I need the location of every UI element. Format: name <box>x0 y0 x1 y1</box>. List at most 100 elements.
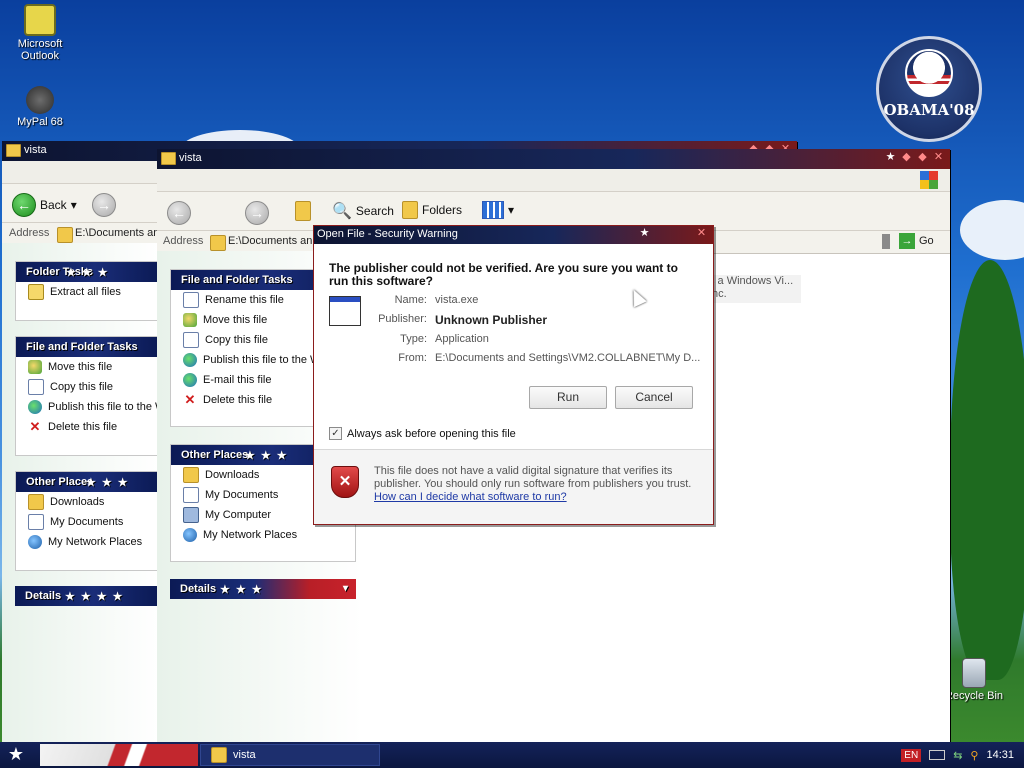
task-label: Rename this file <box>205 294 284 306</box>
panel-header[interactable]: File and Folder Tasks <box>16 337 159 357</box>
copy-file-icon <box>183 332 199 348</box>
clock[interactable]: 14:31 <box>986 749 1014 761</box>
task-item[interactable]: My Network Places <box>171 525 355 545</box>
task-label: My Documents <box>50 516 124 528</box>
back-arrow-icon: ← <box>12 193 36 217</box>
publisher-row: Publisher: Unknown Publisher <box>366 313 547 327</box>
task-item[interactable]: Move this file <box>16 357 159 377</box>
warning-question: The publisher could not be verified. Are… <box>329 261 678 288</box>
task-label: Copy this file <box>205 334 268 346</box>
search-icon[interactable]: ⚲ <box>970 749 978 762</box>
address-scroll[interactable] <box>882 234 890 249</box>
panel-title: Other Places <box>181 449 249 461</box>
zip-folder-icon <box>28 284 44 300</box>
panel-header[interactable]: Folder Tasks ★★★ <box>16 262 159 282</box>
folder-icon <box>28 494 44 510</box>
maximize-button[interactable]: ◆ <box>917 152 928 163</box>
go-button[interactable]: → Go <box>899 233 934 249</box>
application-icon <box>329 296 361 326</box>
taskbar-task-vista[interactable]: vista <box>200 744 380 766</box>
file-info-tile[interactable]: s a Windows Vi... Inc. <box>709 275 801 303</box>
from-value: E:\Documents and Settings\VM2.COLLABNET\… <box>435 352 701 364</box>
task-label: Delete this file <box>48 421 118 433</box>
other-places-panel: Other Places ★★★ Downloads My Documents M… <box>15 471 160 571</box>
stars-decoration: ★★★ <box>220 584 268 596</box>
close-button[interactable]: ✕ <box>696 228 707 239</box>
task-label: Downloads <box>50 496 105 508</box>
type-row: Type: Application <box>366 333 489 345</box>
stars-decoration: ★★★★ <box>65 591 129 603</box>
views-button[interactable]: ▾ <box>482 201 514 219</box>
security-warning-dialog: Open File - Security Warning ★ ✕ The pub… <box>313 225 714 525</box>
panel-title: Details <box>25 590 62 602</box>
task-item[interactable]: My Documents <box>16 512 159 532</box>
close-button[interactable]: ✕ <box>933 152 944 163</box>
star-icon: ★ <box>639 227 650 239</box>
desktop-icon-mypal[interactable]: MyPal 68 <box>0 86 80 128</box>
flag-decoration <box>40 744 198 766</box>
network-icon[interactable]: ⇆ <box>953 749 962 762</box>
minimize-button[interactable]: ◆ <box>901 152 912 163</box>
desktop-icon-outlook[interactable]: Microsoft Outlook <box>0 4 80 62</box>
forward-button[interactable]: → <box>245 201 269 225</box>
campaign-badge: OBAMA'08 <box>876 36 982 142</box>
folders-button[interactable]: Folders <box>402 201 462 219</box>
task-item[interactable]: My Network Places <box>16 532 159 552</box>
search-button[interactable]: 🔍 Search <box>332 201 394 221</box>
keyboard-icon[interactable] <box>929 750 946 760</box>
title-bar[interactable]: vista ★ ◆ ◆ ✕ <box>157 149 950 169</box>
always-ask-checkbox[interactable]: ✓ <box>329 427 342 440</box>
panel-header[interactable]: Details ★★★★ <box>15 586 158 606</box>
folder-icon <box>57 227 73 243</box>
publisher-value: Unknown Publisher <box>435 313 548 327</box>
run-button[interactable]: Run <box>529 386 607 409</box>
search-label: Search <box>355 204 394 218</box>
address-input[interactable]: E:\Documents an <box>228 235 312 247</box>
address-input[interactable]: E:\Documents an <box>75 227 159 239</box>
back-button[interactable]: ← <box>167 201 191 225</box>
task-item[interactable]: Extract all files <box>16 282 159 302</box>
task-item[interactable]: ✕ Delete this file <box>16 417 159 437</box>
task-label: My Documents <box>205 489 279 501</box>
desktop-icon-label: Microsoft Outlook <box>17 38 63 62</box>
obama-logo-icon <box>905 49 953 97</box>
folders-icon <box>402 201 418 219</box>
dialog-title: Open File - Security Warning <box>317 228 458 240</box>
chevron-down-icon: ▾ <box>342 583 348 594</box>
task-label: E-mail this file <box>203 374 272 386</box>
task-item[interactable]: Downloads <box>16 492 159 512</box>
up-folder-button[interactable] <box>295 201 311 221</box>
task-item[interactable]: Publish this file to the W <box>16 397 159 417</box>
folder-tasks-panel: Folder Tasks ★★★ Extract all files <box>15 261 160 321</box>
task-item[interactable]: Copy this file <box>16 377 159 397</box>
move-file-icon <box>183 313 197 327</box>
start-button[interactable]: ★ <box>4 744 28 766</box>
recycle-bin-icon <box>962 658 986 688</box>
always-ask-option[interactable]: ✓ Always ask before opening this file <box>329 427 516 440</box>
type-label: Type: <box>400 333 427 345</box>
task-label: Extract all files <box>50 286 121 298</box>
raccoon-icon <box>26 86 54 114</box>
dialog-title-bar[interactable]: Open File - Security Warning ★ ✕ <box>314 226 713 244</box>
task-label: Move this file <box>203 314 268 326</box>
type-value: Application <box>435 333 489 345</box>
folder-icon <box>183 467 199 483</box>
language-indicator[interactable]: EN <box>901 748 922 762</box>
always-ask-label: Always ask before opening this file <box>347 427 516 440</box>
forward-button[interactable]: → <box>92 193 116 217</box>
stars-decoration: ★★★ <box>245 450 293 462</box>
chevron-down-icon: ▾ <box>70 198 77 212</box>
panel-header[interactable]: Other Places ★★★ <box>16 472 159 492</box>
publisher-label: Publisher: <box>378 313 427 325</box>
task-label: My Network Places <box>48 536 143 548</box>
cancel-button[interactable]: Cancel <box>615 386 693 409</box>
panel-header[interactable]: Details ★★★ ▾ <box>170 579 356 599</box>
back-button[interactable]: ← Back ▾ <box>12 193 77 217</box>
help-link[interactable]: How can I decide what software to run? <box>374 491 694 504</box>
name-label: Name: <box>394 294 427 306</box>
file-info-line: s a Windows Vi... <box>709 275 794 287</box>
copy-file-icon <box>28 379 44 395</box>
footer-message: This file does not have a valid digital … <box>374 465 694 504</box>
file-folder-tasks-panel: File and Folder Tasks Move this file Cop… <box>15 336 160 456</box>
back-arrow-icon: ← <box>167 201 191 225</box>
